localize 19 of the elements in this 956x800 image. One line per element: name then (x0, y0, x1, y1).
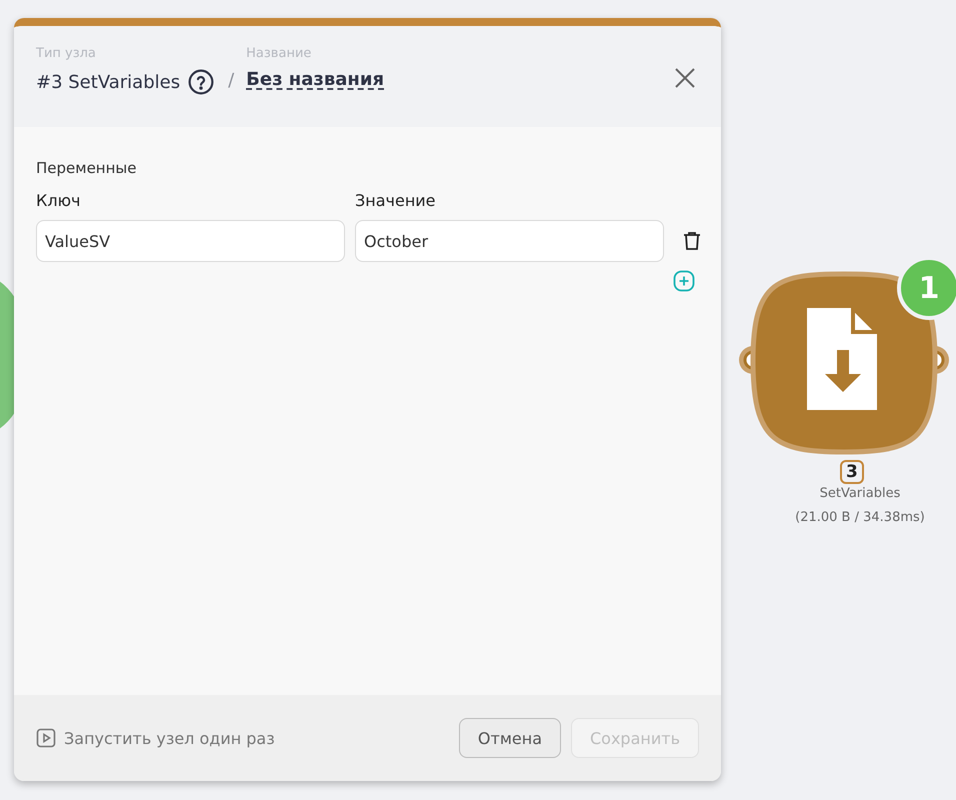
cancel-button[interactable]: Отмена (458, 718, 561, 758)
name-label: Название (246, 46, 312, 61)
section-title: Переменные (36, 159, 138, 177)
value-input[interactable]: October (355, 220, 664, 262)
help-icon[interactable] (188, 69, 214, 95)
node-number: 3 (840, 460, 864, 484)
trash-icon[interactable] (683, 231, 701, 251)
key-input[interactable]: ValueSV (36, 220, 345, 262)
node-stats: (21.00 B / 34.38ms) (794, 510, 926, 525)
close-button[interactable] (673, 66, 697, 90)
run-once-button[interactable]: Запустить узел один раз (36, 728, 275, 748)
column-header: Ключ (36, 191, 82, 210)
breadcrumb-separator: / (228, 70, 234, 91)
play-icon (36, 728, 56, 748)
node-type: #3 SetVariables (36, 72, 180, 92)
column-header: Значение (355, 191, 437, 210)
node-title: SetVariables (818, 486, 902, 501)
node-type-label: Тип узла (36, 46, 97, 61)
node-name[interactable]: Без названия (246, 69, 384, 90)
